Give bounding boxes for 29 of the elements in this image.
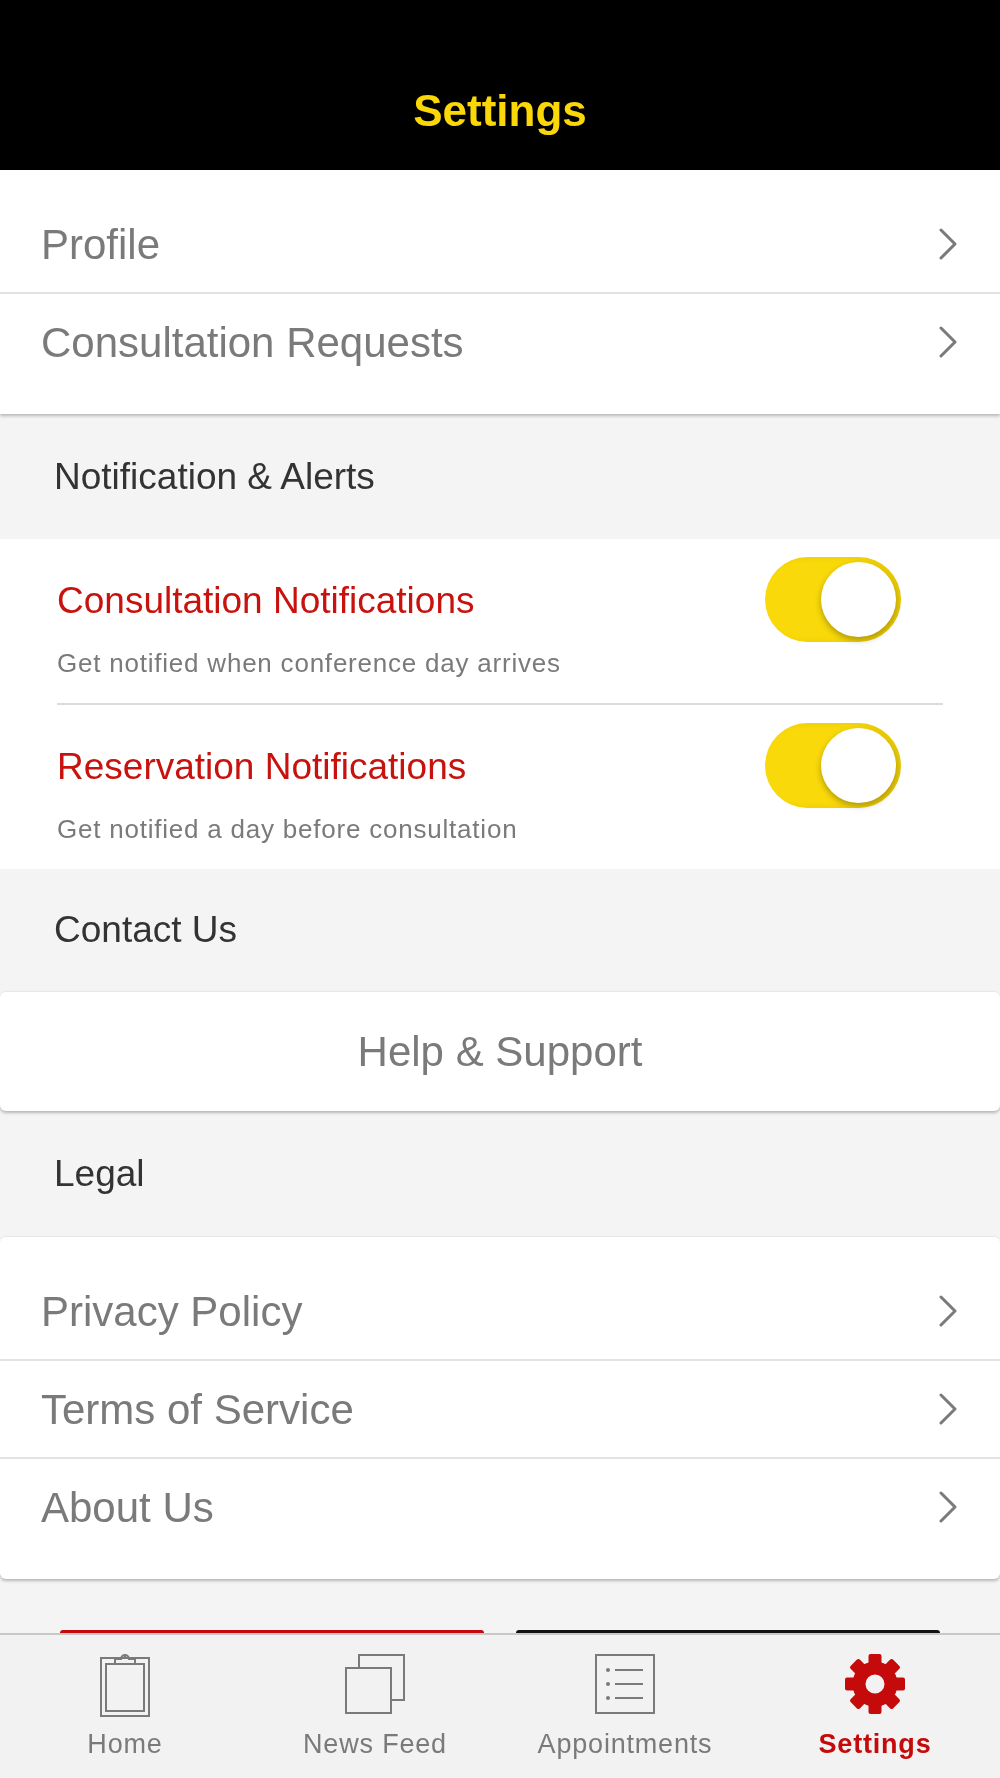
chevron-right-icon	[939, 1393, 957, 1425]
partially-hidden-button[interactable]	[516, 1630, 940, 1633]
tab[interactable]: News Feed	[250, 1635, 500, 1778]
tab[interactable]: Settings	[750, 1635, 1000, 1778]
chevron-right-icon	[939, 1295, 957, 1327]
tab[interactable]: Home	[0, 1635, 250, 1778]
menu-item[interactable]: About Us	[0, 1459, 1000, 1555]
section-heading: Contact Us	[54, 908, 237, 953]
stacked-squares-icon	[345, 1654, 405, 1714]
partially-hidden-button[interactable]	[60, 1630, 484, 1633]
page-title: Settings	[413, 85, 587, 137]
chevron-right-icon	[939, 1491, 957, 1523]
help-support-button[interactable]: Help & Support	[0, 991, 1000, 1111]
clipboard-icon	[100, 1651, 150, 1717]
menu-item[interactable]: Terms of Service	[0, 1361, 1000, 1457]
section-heading: Legal	[54, 1151, 145, 1196]
chevron-right-icon	[939, 228, 957, 260]
gear-icon	[845, 1654, 905, 1714]
tab[interactable]: Appointments	[500, 1635, 750, 1778]
chevron-right-icon	[939, 326, 957, 358]
menu-item[interactable]: Profile	[0, 196, 1000, 292]
notification-description: Get notified when conference day arrives	[57, 647, 561, 680]
section-heading: Notification & Alerts	[54, 454, 375, 499]
list-icon	[595, 1654, 655, 1714]
notification-title: Consultation Notifications	[57, 579, 476, 623]
notification-description: Get notified a day before consultation	[57, 813, 518, 846]
menu-item[interactable]: Consultation Requests	[0, 294, 1000, 390]
notification-title: Reservation Notifications	[57, 745, 468, 789]
menu-item[interactable]: Privacy Policy	[0, 1263, 1000, 1359]
